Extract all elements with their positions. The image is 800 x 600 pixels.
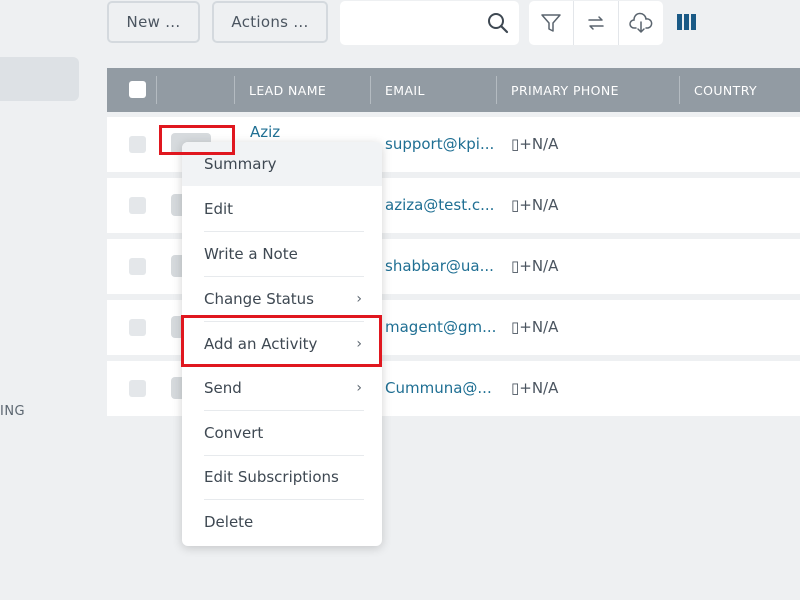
download-cloud-icon[interactable] xyxy=(619,1,663,45)
lead-name-link[interactable]: Aziz xyxy=(250,123,280,141)
sidebar-active-item[interactable] xyxy=(0,57,79,101)
menu-item-convert[interactable]: Convert xyxy=(182,411,382,455)
phone-value: ▯+N/A xyxy=(511,135,559,153)
highlight-add-an-activity xyxy=(181,315,382,367)
menu-item-edit[interactable]: Edit xyxy=(182,187,382,231)
menu-item-send[interactable]: Send › xyxy=(182,366,382,410)
new-button[interactable]: New ... xyxy=(107,1,200,43)
columns-icon[interactable] xyxy=(677,14,697,34)
column-separator xyxy=(234,76,235,104)
menu-item-delete[interactable]: Delete xyxy=(182,500,382,544)
phone-value: ▯+N/A xyxy=(511,196,559,214)
row-checkbox[interactable] xyxy=(129,136,146,153)
email-link[interactable]: shabbar@ua... xyxy=(385,257,494,275)
row-checkbox[interactable] xyxy=(129,380,146,397)
table-header: LEAD NAME EMAIL PRIMARY PHONE COUNTRY xyxy=(107,68,800,112)
menu-item-label: Write a Note xyxy=(204,245,298,263)
menu-item-label: Delete xyxy=(204,513,254,531)
column-header-email[interactable]: EMAIL xyxy=(385,68,425,112)
menu-item-label: Change Status xyxy=(204,290,314,308)
menu-item-label: Edit xyxy=(204,200,234,218)
column-separator xyxy=(496,76,497,104)
menu-item-label: Send xyxy=(204,379,242,397)
actions-button[interactable]: Actions ... xyxy=(212,1,328,43)
chevron-right-icon: › xyxy=(356,291,362,307)
phone-value: ▯+N/A xyxy=(511,379,559,397)
column-separator xyxy=(370,76,371,104)
highlight-row-actions xyxy=(159,125,235,155)
row-checkbox[interactable] xyxy=(129,319,146,336)
menu-item-edit-subscriptions[interactable]: Edit Subscriptions xyxy=(182,455,382,499)
column-separator xyxy=(679,76,680,104)
toolbar-tools xyxy=(529,1,663,45)
chevron-right-icon: › xyxy=(356,380,362,396)
row-checkbox[interactable] xyxy=(129,258,146,275)
menu-item-write-a-note[interactable]: Write a Note xyxy=(182,232,382,276)
search-icon[interactable] xyxy=(487,12,509,38)
select-all-checkbox[interactable] xyxy=(129,81,146,98)
email-link[interactable]: aziza@test.c... xyxy=(385,196,494,214)
search-input[interactable] xyxy=(340,1,519,45)
phone-value: ▯+N/A xyxy=(511,257,559,275)
menu-item-label: Convert xyxy=(204,424,264,442)
menu-item-label: Summary xyxy=(204,155,277,173)
email-link[interactable]: magent@gm... xyxy=(385,318,496,336)
column-separator xyxy=(156,76,157,104)
sidebar-item-label[interactable]: ING xyxy=(0,404,25,419)
column-header-country[interactable]: COUNTRY xyxy=(694,68,757,112)
row-checkbox[interactable] xyxy=(129,197,146,214)
email-link[interactable]: support@kpi... xyxy=(385,135,494,153)
email-link[interactable]: Cummuna@... xyxy=(385,379,492,397)
phone-value: ▯+N/A xyxy=(511,318,559,336)
column-header-primary-phone[interactable]: PRIMARY PHONE xyxy=(511,68,619,112)
refresh-icon[interactable] xyxy=(574,1,619,45)
menu-item-label: Edit Subscriptions xyxy=(204,468,339,486)
column-header-lead-name[interactable]: LEAD NAME xyxy=(249,68,326,112)
filter-icon[interactable] xyxy=(529,1,574,45)
